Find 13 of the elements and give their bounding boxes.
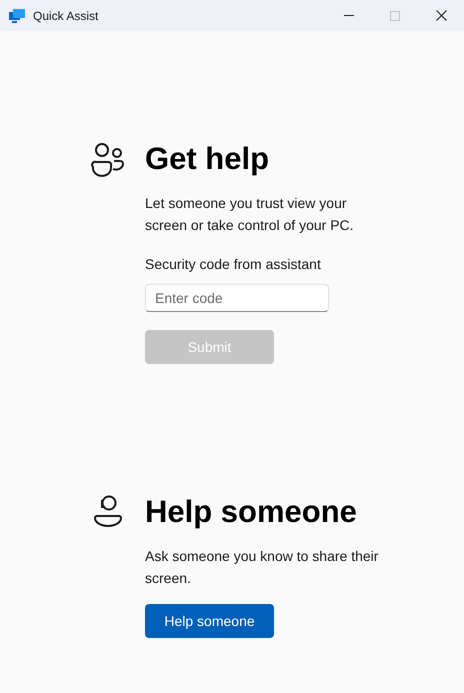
maximize-icon — [390, 10, 400, 20]
field-label: Security code from assistant — [145, 256, 321, 272]
close-icon — [436, 10, 446, 21]
section-description: Ask someone you know to share their screen. — [145, 547, 380, 588]
minimize-icon — [344, 15, 354, 16]
code-input-field[interactable]: Enter code — [145, 284, 329, 312]
app-icon — [9, 8, 25, 22]
section-heading: Get help — [145, 140, 270, 178]
help-someone-button[interactable]: Help someone — [145, 604, 274, 638]
section-heading: Help someone — [145, 493, 357, 531]
window-title: Quick Assist — [33, 8, 100, 22]
people-icon — [90, 141, 126, 177]
section-description: Let someone you trust view your screen or take control of your PC. — [145, 194, 355, 235]
